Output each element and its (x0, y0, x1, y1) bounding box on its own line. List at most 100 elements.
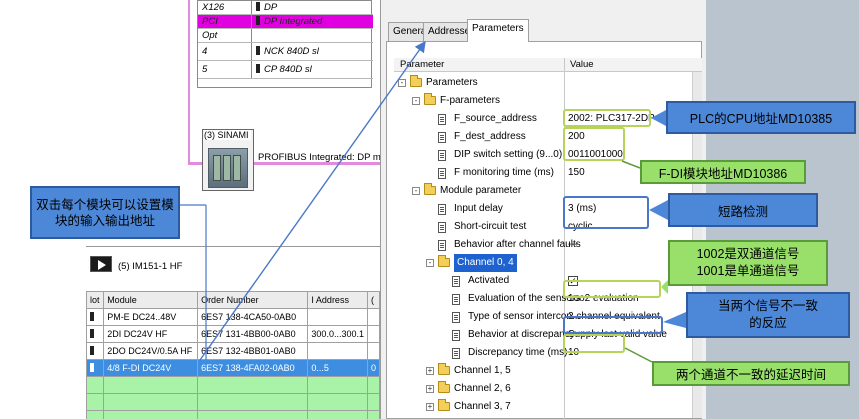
rack-row[interactable]: 4 NCK 840D sl (198, 43, 373, 61)
expand-icon[interactable]: + (426, 367, 434, 375)
folder-icon (410, 75, 422, 87)
module-cell: 4/8 F-DI DC24V (103, 359, 199, 377)
tree-item-label: Short-circuit test (454, 221, 527, 232)
tree-param-row[interactable]: Input delay 3 (ms) (394, 200, 702, 218)
table-row-selected[interactable]: 4/8 F-DI DC24V 6ES7 138-4FA02-0AB0 0...5… (85, 359, 381, 377)
tree-folder-row[interactable]: + Channel 3, 7 (394, 398, 702, 416)
parameter-value[interactable]: --- (568, 236, 578, 254)
folder-icon (438, 255, 450, 267)
collapse-icon[interactable]: - (398, 79, 406, 87)
tree-item-label: Input delay (454, 203, 503, 214)
slot-cell (85, 308, 105, 326)
table-row[interactable]: 2DO DC24V/0.5A HF 6ES7 132-4BB01-0AB0 (85, 342, 381, 360)
parameter-icon (438, 168, 446, 179)
rack-slot: Opt (202, 30, 218, 41)
iaddr-cell: 0...5 (307, 359, 368, 377)
column-header-module[interactable]: Module (103, 291, 199, 309)
callout-double-click: 双击每个模块可以设置模块的输入输出地址 (30, 186, 180, 239)
folder-icon (438, 399, 450, 411)
module-cell (213, 155, 221, 181)
module-icon (256, 46, 260, 55)
rack-module: CP 840D sl (251, 61, 371, 78)
highlight-discrepancy-time (563, 334, 625, 353)
column-header-order-number[interactable]: Order Number (197, 291, 309, 309)
module-icon (256, 64, 260, 73)
profibus-line-vertical-lower (188, 96, 190, 165)
rack-row[interactable]: Opt (198, 29, 373, 43)
table-row-empty[interactable] (85, 376, 381, 394)
module-table: lot Module Order Number I Address ( PM-E… (85, 291, 381, 419)
dp-slave-label: (3) SINAMI (204, 130, 251, 140)
parameter-icon (452, 276, 460, 287)
rack-module: NCK 840D sl (251, 43, 371, 60)
parameter-icon (438, 150, 446, 161)
tree-param-row[interactable]: F_source_address 2002: PLC317-2DP (394, 110, 702, 128)
table-row[interactable]: 2DI DC24V HF 6ES7 131-4BB00-0AB0 300.0..… (85, 325, 381, 343)
iaddr-cell: 300.0...300.1 (307, 325, 368, 343)
parameter-value[interactable]: 150 (568, 164, 585, 182)
tree-item-label: F-parameters (440, 95, 501, 106)
rack-row[interactable]: 5 CP 840D sl (198, 61, 373, 79)
folder-icon (424, 183, 436, 195)
slot-cell (85, 325, 105, 343)
forward-arrow-icon[interactable] (90, 256, 112, 272)
collapse-icon[interactable]: - (426, 259, 434, 267)
folder-icon (424, 93, 436, 105)
column-header-value[interactable]: Value (570, 59, 594, 70)
column-header-i-address[interactable]: I Address (307, 291, 368, 309)
column-header-slot[interactable]: lot (85, 291, 105, 309)
tree-folder-row[interactable]: - F-parameters (394, 92, 702, 110)
rack-slot: X126 (202, 2, 225, 13)
collapse-icon[interactable]: - (412, 187, 420, 195)
slot-cell (85, 359, 105, 377)
table-row[interactable]: PM-E DC24..48V 6ES7 138-4CA50-0AB0 (85, 308, 381, 326)
parameter-icon (438, 114, 446, 125)
expand-icon[interactable]: + (426, 385, 434, 393)
parameter-icon (438, 132, 446, 143)
callout-plc-cpu-address: PLC的CPU地址MD10385 (666, 101, 856, 134)
table-row-empty[interactable] (85, 410, 381, 419)
tree-item-label: F_dest_address (454, 131, 526, 142)
module-icon (90, 329, 94, 338)
rack-row-selected[interactable]: PCI DP Integrated (198, 15, 373, 29)
tree-item-label: Channel 0, 4 (454, 254, 517, 272)
rack-slot: PCI (202, 16, 218, 27)
callout-fdi-address: F-DI模块地址MD10386 (640, 160, 806, 184)
qaddr-cell: 0 (366, 359, 381, 377)
tree-param-row[interactable]: F_dest_address 200 (394, 128, 702, 146)
tree-item-label: F_source_address (454, 113, 537, 124)
slave-title: (5) IM151-1 HF (118, 261, 183, 272)
column-header-parameter[interactable]: Parameter (400, 59, 444, 70)
tree-folder-row[interactable]: - Module parameter (394, 182, 702, 200)
tree-folder-row[interactable]: - Channel 0, 4 (394, 254, 702, 272)
module-icon (256, 2, 260, 11)
tree-item-label: Module parameter (440, 185, 522, 196)
tree-folder-row[interactable]: - Parameters (394, 74, 702, 92)
module-cell (233, 155, 241, 181)
qaddr-cell (366, 308, 381, 326)
tab-parameters[interactable]: Parameters (467, 19, 529, 42)
order-cell: 6ES7 138-4CA50-0AB0 (197, 308, 309, 326)
tree-param-row[interactable]: Behavior after channel faults --- (394, 236, 702, 254)
rack-slot: 5 (202, 64, 208, 75)
iaddr-cell (307, 342, 368, 360)
order-cell: 6ES7 132-4BB01-0AB0 (197, 342, 309, 360)
tree-item-label: Parameters (426, 77, 478, 88)
expand-icon[interactable]: + (426, 403, 434, 411)
cpu-rack: X126 DP PCI DP Integrated Opt 4 NCK 840D… (197, 0, 373, 88)
module-cell (223, 155, 231, 181)
column-header-q-address[interactable]: ( (366, 291, 381, 309)
table-row-empty[interactable] (85, 393, 381, 411)
iaddr-cell (307, 308, 368, 326)
tree-param-row[interactable]: Short-circuit test cyclic (394, 218, 702, 236)
tree-param-row[interactable]: Discrepancy time (ms) 10 (394, 344, 702, 362)
highlight-evaluation (563, 280, 661, 298)
order-cell: 6ES7 138-4FA02-0AB0 (197, 359, 309, 377)
profibus-label: PROFIBUS Integrated: DP maste (258, 152, 399, 163)
rack-slot: 4 (202, 46, 208, 57)
rack-row[interactable]: X126 DP (198, 1, 373, 15)
collapse-icon[interactable]: - (412, 97, 420, 105)
tree-item-label: Channel 1, 5 (454, 365, 511, 376)
et200s-station-icon[interactable] (208, 148, 248, 188)
highlight-discrepancy-behavior (563, 316, 663, 334)
